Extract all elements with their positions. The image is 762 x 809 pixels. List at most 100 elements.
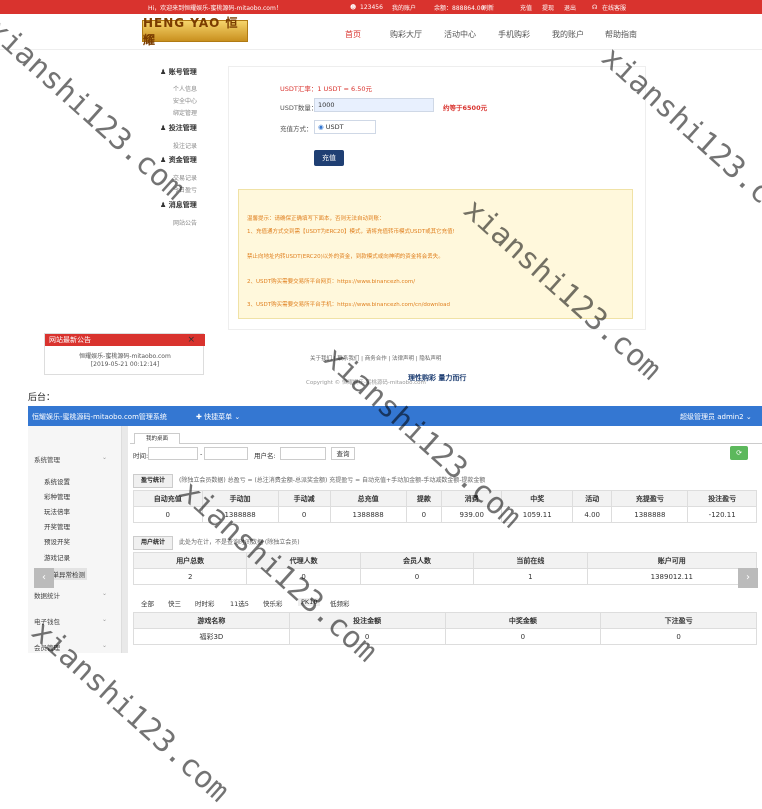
- column-header: 中奖金额: [444, 612, 602, 629]
- filter-time-label: 时间:: [133, 452, 149, 460]
- sidebar-item-binding[interactable]: 绑定管理: [150, 108, 220, 117]
- logout-link[interactable]: 退出: [564, 3, 576, 12]
- nav-my-account[interactable]: 我的账户: [552, 29, 584, 40]
- next-arrow-icon[interactable]: ›: [738, 568, 758, 588]
- menu-item[interactable]: 系统设置: [44, 476, 70, 486]
- tab-desktop[interactable]: 我的桌面: [134, 433, 180, 444]
- column-header: 会员人数: [359, 552, 475, 569]
- announcement-date: [2019-05-21 00:12:14]: [90, 361, 160, 368]
- usdt-rate: USDT汇率：1 USDT = 6.50元: [280, 85, 372, 93]
- sidebar-item-announcements[interactable]: 网站公告: [150, 218, 220, 227]
- table-cell: 1388888: [329, 506, 407, 523]
- menu-sys[interactable]: 系统管理: [34, 454, 60, 464]
- game-tab[interactable]: 11选5: [230, 598, 249, 608]
- column-header: 手动减: [277, 490, 331, 507]
- sidebar-item-bet-records[interactable]: 投注记录: [150, 141, 220, 150]
- menu-item[interactable]: 开奖管理: [44, 521, 70, 531]
- refresh-icon[interactable]: ⟳: [730, 446, 748, 460]
- menu-item[interactable]: 彩种管理: [44, 491, 70, 501]
- nav-help[interactable]: 帮助指南: [605, 29, 637, 40]
- range-dash: -: [200, 450, 203, 458]
- radio-icon: ◉: [318, 123, 324, 131]
- menu-item[interactable]: 游戏记录: [44, 552, 70, 562]
- game-tab[interactable]: 全部: [141, 598, 154, 608]
- table-cell: 0: [444, 628, 602, 645]
- column-header: 当前在线: [473, 552, 588, 569]
- admin-title: 恒耀娱乐-蜜桃源码-mitaobo.com管理系统: [32, 413, 167, 421]
- table-cell: 1388888: [611, 506, 689, 523]
- welcome-text: Hi，欢迎来到恒耀娱乐-蜜桃源码-mitaobo.com！: [148, 4, 282, 12]
- nav-home[interactable]: 首页: [345, 29, 361, 40]
- site-logo[interactable]: HENG YAO 恒耀: [142, 16, 248, 47]
- column-header: 游戏名称: [133, 612, 290, 629]
- chevron-down-icon: ⌄: [102, 616, 108, 623]
- sidebar-collapse-strip[interactable]: [122, 426, 128, 653]
- method-label: 充值方式：: [280, 125, 313, 133]
- user-stats-title: 用户统计: [133, 536, 174, 550]
- sidebar-item-profile[interactable]: 个人信息: [150, 84, 220, 93]
- table-cell: 1: [473, 568, 588, 585]
- withdraw-link[interactable]: 提现: [542, 3, 554, 12]
- close-icon[interactable]: ×: [187, 334, 195, 346]
- usdt-amount-input[interactable]: 1000: [314, 98, 434, 112]
- column-header: 总充值: [329, 490, 407, 507]
- table-cell: 0: [359, 568, 475, 585]
- chevron-down-icon: ⌄: [102, 642, 108, 649]
- announcement-title: 网站最新公告: [45, 334, 205, 346]
- account-sidebar: ♟ 账号管理 个人信息 安全中心 绑定管理 ♟ 投注管理 投注记录 ♟ 资金管理…: [150, 60, 220, 240]
- admin-user-menu[interactable]: 超级管理员 admin2 ⌄: [680, 412, 752, 422]
- notice-line: 2、USDT购买需要交易所平台网页：https://www.binancezh.…: [247, 279, 416, 285]
- prev-arrow-icon[interactable]: ‹: [34, 568, 54, 588]
- filter-user-label: 用户名:: [254, 452, 276, 460]
- amount-label: USDT数量：: [280, 104, 318, 112]
- profit-title: 盈亏统计: [133, 474, 174, 488]
- balance-text: 余额：888864.00: [434, 4, 485, 12]
- game-tab[interactable]: 快三: [168, 598, 181, 608]
- notice-line: 1、充值通方式交到需【USDT为ERC20】模式，请将充值转币模式USDT或其它…: [247, 229, 455, 235]
- table-cell: 4.00: [572, 506, 613, 523]
- game-tab[interactable]: 时时彩: [195, 598, 215, 608]
- nav-lottery-hall[interactable]: 购彩大厅: [390, 29, 422, 40]
- recharge-submit-button[interactable]: 充值: [314, 150, 344, 166]
- refresh-link[interactable]: 刷新: [482, 3, 494, 12]
- column-header: 用户总数: [132, 552, 248, 569]
- headset-icon: ☊: [592, 3, 598, 11]
- sidebar-account-title: ♟ 账号管理: [160, 68, 197, 76]
- column-header: 活动: [572, 490, 613, 507]
- sidebar-bet-title: ♟ 投注管理: [160, 124, 197, 132]
- notice-line: 禁止向地址内转USDT(ERC20)以外的资金，到款模式或向神明的资金将会丢失。: [247, 254, 444, 260]
- username: 123456: [360, 3, 383, 11]
- table-cell: 1389012.11: [586, 568, 758, 585]
- nav-mobile[interactable]: 手机购彩: [498, 29, 530, 40]
- online-service-link[interactable]: 在线客服: [602, 3, 626, 12]
- game-tab[interactable]: 快乐彩: [263, 598, 283, 608]
- table-cell: 2: [132, 568, 248, 585]
- menu-item[interactable]: 玩法倍率: [44, 506, 70, 516]
- notice-line: 温馨提示：请确保正确填写下面本，否则无法自动到账：: [247, 216, 385, 222]
- column-header: 提款: [405, 490, 443, 507]
- column-header: 投注盈亏: [687, 490, 757, 507]
- my-account-link[interactable]: 我的账户: [392, 3, 416, 12]
- top-bar: Hi，欢迎来到恒耀娱乐-蜜桃源码-mitaobo.com！ ☻ 123456 我…: [0, 0, 762, 14]
- table-cell: 0: [277, 506, 331, 523]
- start-time-input[interactable]: [148, 447, 198, 460]
- announcement-text[interactable]: 恒耀娱乐-蜜桃源码-mitaobo.com: [45, 351, 205, 360]
- method-option-usdt[interactable]: ◉ USDT: [314, 120, 376, 134]
- query-button[interactable]: 查询: [331, 447, 355, 460]
- nav-activities[interactable]: 活动中心: [444, 29, 476, 40]
- column-header: 充提盈亏: [611, 490, 689, 507]
- chevron-down-icon: ⌄: [102, 590, 108, 597]
- end-time-input[interactable]: [204, 447, 248, 460]
- menu-data[interactable]: 数据统计: [34, 590, 60, 600]
- username-input[interactable]: [280, 447, 326, 460]
- sidebar-item-security[interactable]: 安全中心: [150, 96, 220, 105]
- footer-slogan: 理性购彩 量力而行: [408, 374, 467, 382]
- profit-note: (除独立会员数据) 总盈亏 = (总注消费金额-总派奖金额) 充提盈亏 = 自动…: [179, 477, 486, 484]
- quick-menu[interactable]: ✚ 快捷菜单 ⌄: [196, 412, 240, 422]
- recharge-link[interactable]: 充值: [520, 3, 532, 12]
- table-cell: 福彩3D: [133, 628, 290, 645]
- avatar-icon: ☻: [350, 3, 357, 11]
- menu-item[interactable]: 预设开奖: [44, 536, 70, 546]
- notice-line: 3、USDT购买需要交易所平台手机：https://www.binancezh.…: [247, 302, 451, 308]
- announcement-popup: 网站最新公告 × 恒耀娱乐-蜜桃源码-mitaobo.com [2019-05-…: [44, 333, 205, 375]
